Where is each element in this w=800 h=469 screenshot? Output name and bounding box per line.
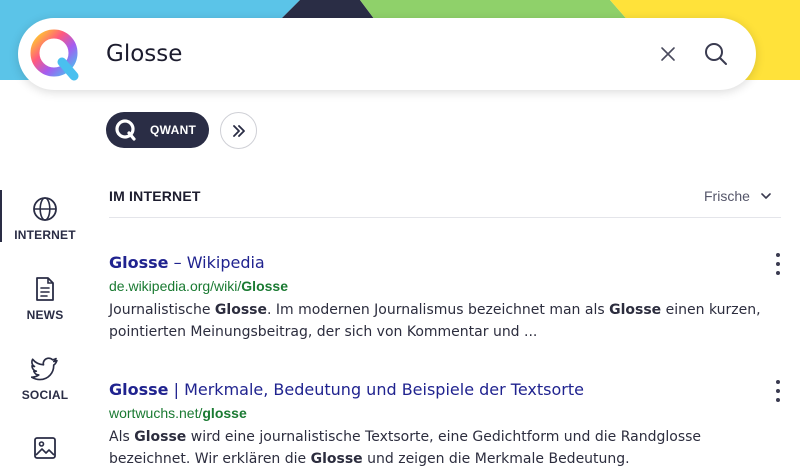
result-url-highlight: Glosse	[241, 278, 288, 294]
result-snippet: Als Glosse wird eine journalistische Tex…	[109, 426, 769, 469]
result-title-link[interactable]: Glosse – Wikipedia	[109, 253, 769, 273]
search-result: Glosse | Merkmale, Bedeutung und Beispie…	[109, 380, 769, 469]
newspaper-icon	[36, 277, 54, 301]
result-url-link[interactable]: de.wikipedia.org/wiki/Glosse	[109, 277, 769, 295]
kebab-dot	[776, 253, 780, 257]
snippet-text: . Im modernen Journalismus bezeichnet ma…	[267, 302, 610, 318]
double-chevron-right-icon	[232, 124, 245, 137]
sidebar-item-label: NEWS	[26, 308, 64, 322]
kebab-dot	[776, 262, 780, 266]
snippet-highlight: Glosse	[310, 451, 363, 467]
result-title-text: | Merkmale, Bedeutung und Beispiele der …	[168, 380, 584, 399]
result-options-button[interactable]	[772, 253, 784, 275]
snippet-highlight: Glosse	[134, 429, 187, 445]
snippet-highlight: Glosse	[609, 302, 662, 318]
image-icon	[34, 437, 56, 459]
result-title-highlight: Glosse	[109, 380, 169, 399]
search-icon	[705, 43, 727, 65]
sidebar-active-indicator	[0, 190, 2, 242]
qwant-logo[interactable]	[28, 26, 84, 82]
result-options-button[interactable]	[772, 380, 784, 402]
result-title-text: – Wikipedia	[168, 253, 265, 272]
snippet-text: Als	[109, 429, 135, 445]
qwant-chip-label: QWANT	[150, 123, 197, 137]
snippet-text: Journalistische	[109, 302, 215, 318]
sidebar-item-label: INTERNET	[14, 228, 76, 242]
sidebar-item-internet[interactable]: INTERNET	[8, 196, 82, 242]
sidebar-item-label: SOCIAL	[21, 388, 69, 402]
kebab-dot	[776, 380, 780, 384]
search-result: Glosse – Wikipedia de.wikipedia.org/wiki…	[109, 253, 769, 343]
close-icon	[661, 47, 675, 61]
kebab-dot	[776, 271, 780, 275]
search-bar: Glosse	[18, 18, 756, 90]
sort-dropdown-label: Frische	[704, 188, 750, 204]
result-url-text: wortwuchs.net/	[109, 405, 203, 421]
more-sources-button[interactable]	[220, 112, 257, 149]
globe-icon	[33, 197, 57, 221]
chevron-down-icon	[761, 193, 771, 199]
result-title-highlight: Glosse	[109, 253, 169, 272]
result-title-link[interactable]: Glosse | Merkmale, Bedeutung und Beispie…	[109, 380, 769, 400]
result-url-text: de.wikipedia.org/wiki/	[109, 278, 242, 294]
result-url-highlight: glosse	[202, 405, 247, 421]
sidebar-item-social[interactable]: SOCIAL	[8, 356, 82, 402]
search-button[interactable]	[700, 38, 732, 70]
results-section-title: IM INTERNET	[109, 188, 201, 204]
sidebar-item-news[interactable]: NEWS	[8, 276, 82, 322]
result-url-link[interactable]: wortwuchs.net/glosse	[109, 404, 769, 422]
results-divider	[109, 217, 781, 218]
snippet-highlight: Glosse	[214, 302, 267, 318]
sort-dropdown[interactable]: Frische	[704, 188, 772, 204]
snippet-text: und zeigen die Merkmale Bedeutung.	[362, 451, 630, 467]
sidebar-item-images[interactable]	[8, 436, 82, 460]
qwant-source-chip[interactable]: QWANT	[106, 112, 209, 148]
kebab-dot	[776, 389, 780, 393]
qwant-icon	[115, 119, 136, 141]
twitter-bird-icon	[31, 357, 58, 381]
clear-search-button[interactable]	[654, 40, 682, 68]
search-input[interactable]: Glosse	[106, 18, 182, 90]
result-snippet: Journalistische Glosse. Im modernen Jour…	[109, 299, 769, 343]
kebab-dot	[776, 398, 780, 402]
